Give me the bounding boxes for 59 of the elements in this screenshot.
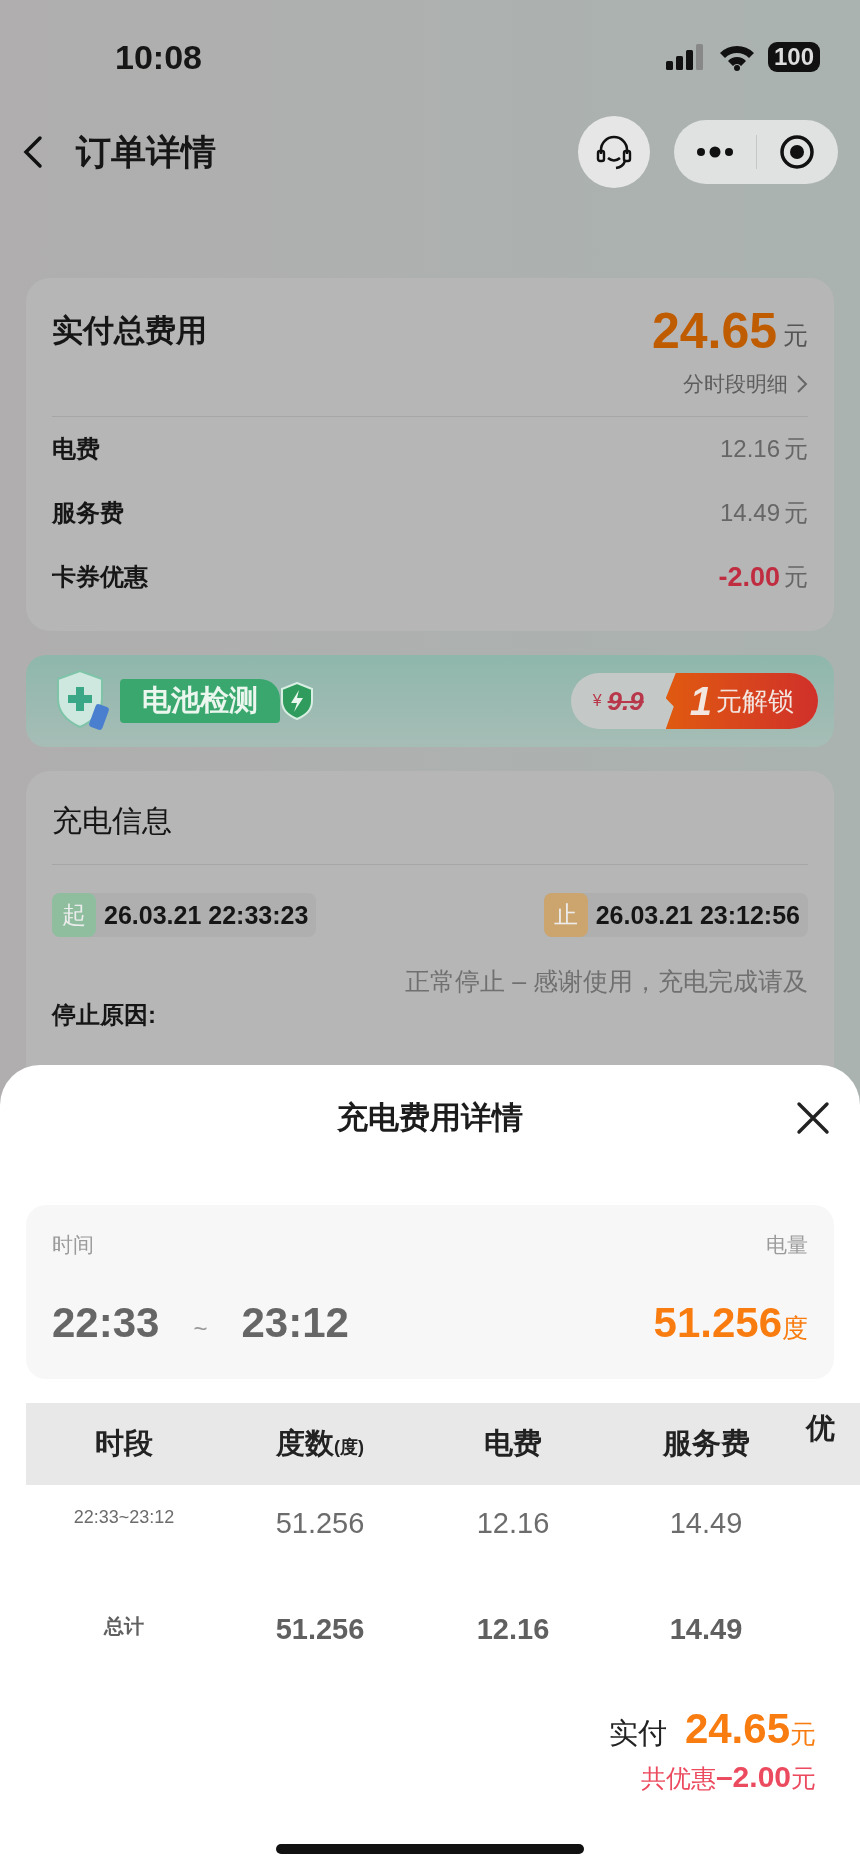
unlock-button[interactable]: 1 元解锁 (665, 673, 818, 729)
table-cell-text: 总计 (102, 1614, 145, 1639)
table-cell-text: 12.16 (475, 1506, 551, 1540)
currency-unit: 元 (783, 320, 808, 351)
time-label: 时间 (52, 1232, 94, 1258)
column-header: 电费 (483, 1426, 543, 1461)
currency-unit: 元 (784, 434, 808, 464)
original-price: 9.9 (607, 685, 644, 717)
currency-unit: 元 (784, 498, 808, 528)
sheet-title: 充电费用详情 (337, 1099, 523, 1137)
fee-value: 12.16 (719, 435, 780, 463)
currency-symbol: ¥ (592, 692, 602, 710)
close-target-icon[interactable] (779, 134, 816, 170)
section-title: 充电信息 (52, 801, 808, 865)
time-tag: 止 (543, 893, 588, 937)
table-cell-text: 14.49 (668, 1612, 744, 1646)
end-time: 23:12 (241, 1299, 349, 1347)
column-header: 时段 (94, 1426, 154, 1461)
table-cell-text: 14.49 (668, 1506, 744, 1540)
battery-indicator: 100 (767, 42, 820, 72)
column-header: 服务费 (661, 1426, 751, 1461)
status-time: 10:08 (115, 37, 202, 77)
paid-amount: 24.65 (684, 1705, 790, 1753)
currency-unit: 元 (784, 562, 808, 592)
table-cell-text: 22:33~23:12 (72, 1506, 176, 1528)
energy-unit: 度 (782, 1312, 808, 1345)
battery-check-tag: 电池检测 (120, 679, 280, 723)
energy-label: 电量 (766, 1232, 808, 1258)
fee-label: 卡券优惠 (52, 562, 148, 592)
fee-label: 电费 (52, 434, 100, 464)
stop-reason: 正常停止 – 感谢使用，充电完成请及 (405, 966, 808, 997)
more-icon[interactable] (695, 146, 734, 158)
time-breakdown-link[interactable]: 分时段明细 (683, 370, 788, 398)
battery-check-banner[interactable]: 电池检测 ¥ 9.9 1 元解锁 (26, 655, 834, 747)
total-amount: 24.65 (651, 302, 777, 360)
table-cell-text: 51.256 (274, 1612, 366, 1646)
fee-title: 实付总费用 (52, 312, 207, 350)
fee-value: 14.49 (719, 499, 780, 527)
table-cell-text: 12.16 (475, 1612, 551, 1646)
paid-unit: 元 (790, 1718, 816, 1751)
timestamp: 26.03.21 22:33:23 (104, 900, 309, 930)
total-discount: 共优惠–2.00元 (640, 1760, 816, 1795)
page-title: 订单详情 (76, 130, 216, 173)
column-header: 优 (804, 1411, 836, 1446)
chevron-right-icon (796, 374, 808, 394)
timestamp: 26.03.21 23:12:56 (595, 900, 800, 930)
range-separator: ~ (193, 1315, 208, 1343)
close-icon[interactable] (796, 1101, 830, 1135)
fee-value: -2.00 (718, 561, 780, 593)
signal-icon (665, 44, 706, 70)
table-cell-text: 51.256 (274, 1506, 366, 1540)
bolt-shield-icon (280, 682, 314, 720)
column-header: 度数(度) (275, 1426, 365, 1461)
paid-label: 实付 (608, 1716, 667, 1751)
stop-reason-label: 停止原因: (52, 1000, 156, 1030)
fee-label: 服务费 (52, 498, 124, 528)
energy-value: 51.256 (653, 1299, 782, 1347)
start-time: 22:33 (52, 1299, 160, 1347)
time-tag: 起 (52, 893, 96, 937)
